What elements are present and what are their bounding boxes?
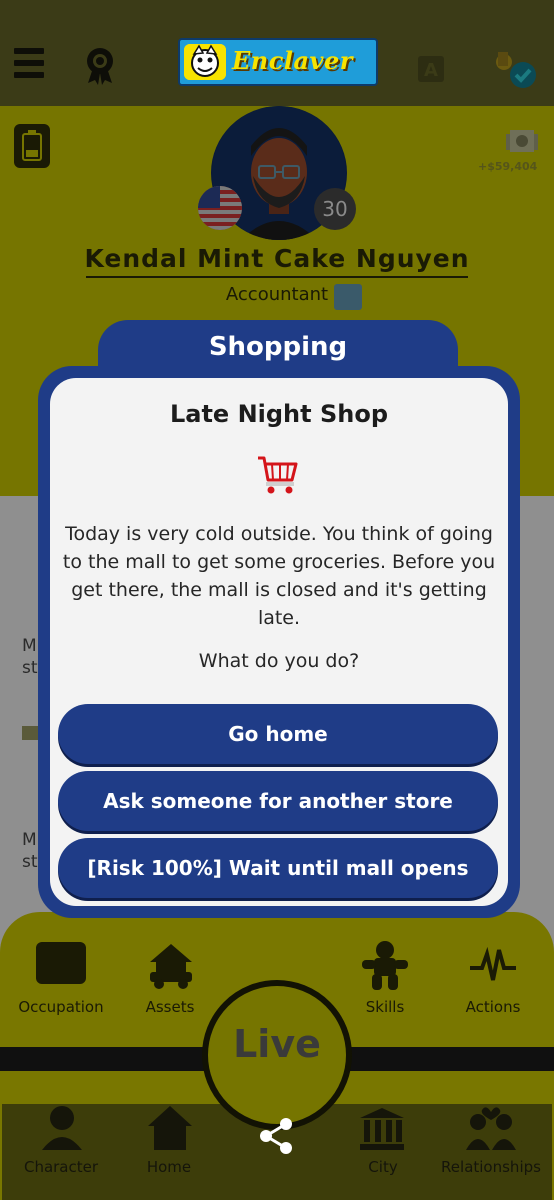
character-name[interactable]: Kendal Mint Cake Nguyen xyxy=(0,244,554,273)
briefcase-icon[interactable] xyxy=(36,942,86,984)
list-item-icon xyxy=(22,726,38,740)
tab-character[interactable]: Character xyxy=(6,1158,116,1176)
ranking-icon[interactable]: A xyxy=(414,50,448,86)
nav-occupation[interactable]: Occupation xyxy=(6,998,116,1016)
character-icon[interactable] xyxy=(38,1104,86,1150)
money-amount: +$59,404 xyxy=(478,160,538,173)
choice-wait-button[interactable]: [Risk 100%] Wait until mall opens xyxy=(58,838,498,898)
live-button[interactable]: Live xyxy=(202,980,352,1130)
tab-relationships[interactable]: Relationships xyxy=(436,1158,546,1176)
event-question: What do you do? xyxy=(198,650,360,672)
event-description: Today is very cold outside. You think of… xyxy=(62,523,496,629)
nav-assets[interactable]: Assets xyxy=(115,998,225,1016)
tab-home[interactable]: Home xyxy=(114,1158,224,1176)
choice-ask-store-button[interactable]: Ask someone for another store xyxy=(58,771,498,831)
nav-actions[interactable]: Actions xyxy=(438,998,548,1016)
list-item-text: M xyxy=(22,830,37,850)
tab-city[interactable]: City xyxy=(328,1158,438,1176)
top-bar: Enclaver A xyxy=(0,0,554,106)
shopping-cart-icon xyxy=(256,452,300,496)
list-item-text: M xyxy=(22,636,37,656)
logo-face-icon xyxy=(184,44,226,80)
live-label: Live xyxy=(233,1022,321,1066)
menu-icon[interactable] xyxy=(14,48,44,82)
svg-text:A: A xyxy=(424,60,438,81)
list-item-subtext: st xyxy=(22,658,38,678)
age-badge: 30 xyxy=(314,188,356,230)
share-icon[interactable] xyxy=(254,1114,298,1158)
app-logo: Enclaver xyxy=(178,38,378,86)
achievements-icon[interactable] xyxy=(84,45,116,85)
energy-icon[interactable] xyxy=(14,124,50,168)
pulse-icon[interactable] xyxy=(468,946,518,986)
city-icon[interactable] xyxy=(358,1106,406,1150)
nav-skills[interactable]: Skills xyxy=(330,998,440,1016)
job-title: Accountant xyxy=(225,284,329,305)
home-icon[interactable] xyxy=(146,1104,194,1150)
modal-title: Shopping xyxy=(208,332,348,362)
name-underline xyxy=(86,276,468,278)
event-heading: Late Night Shop xyxy=(169,400,389,428)
choice-go-home-button[interactable]: Go home xyxy=(58,704,498,764)
gingerbread-icon[interactable] xyxy=(360,940,410,992)
daily-reward-icon[interactable] xyxy=(490,44,538,92)
money-icon[interactable] xyxy=(502,122,542,160)
logo-text: Enclaver xyxy=(232,46,353,75)
calculator-icon xyxy=(334,284,362,310)
list-item-subtext: st xyxy=(22,852,38,872)
house-car-icon[interactable] xyxy=(146,940,196,990)
relationships-icon[interactable] xyxy=(464,1104,520,1150)
flag-icon xyxy=(198,186,242,230)
